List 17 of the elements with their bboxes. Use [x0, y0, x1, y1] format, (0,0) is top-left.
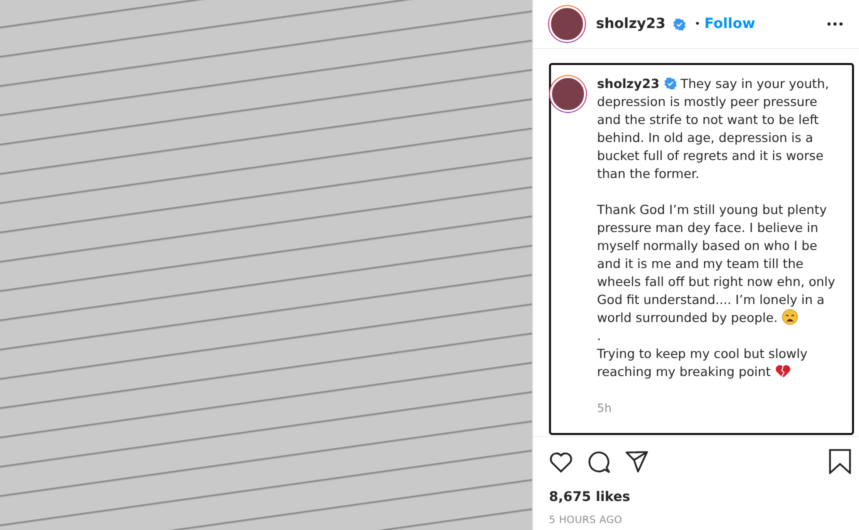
- avatar[interactable]: [549, 75, 587, 113]
- bookmark-icon[interactable]: [829, 449, 851, 474]
- caption-text: sholzy23 They say in your youth, depression is mostly peer pressure and the strife to not want to be left behind. In old age, depression is a bucket full of regrets and it is worse than the former.: [597, 75, 830, 183]
- separator-dot: •: [694, 18, 700, 30]
- caption-text: .: [597, 327, 602, 345]
- weary-face-icon: [782, 309, 798, 325]
- likes-count[interactable]: 8,675 likes: [533, 480, 859, 505]
- comment-bubble-icon[interactable]: [587, 450, 611, 474]
- broken-heart-icon: [774, 364, 791, 379]
- avatar[interactable]: [548, 5, 586, 43]
- caption-text: Trying to keep my cool but slowly reaching my breaking point: [597, 345, 808, 381]
- caption-text: Thank God I’m still young but plenty pressure man dey face. I believe in myself normally based on who I be and it is me and my team till the wheels fall off but right now ehn, only God fit understand.... I’m lonely in a world surrounded by people.: [597, 201, 836, 327]
- send-plane-icon[interactable]: [625, 450, 649, 472]
- username[interactable]: sholzy23: [596, 16, 666, 32]
- timestamp: 5h: [597, 400, 613, 417]
- post-time: 5 HOURS AGO: [548, 514, 624, 528]
- like-heart-icon[interactable]: [549, 450, 573, 472]
